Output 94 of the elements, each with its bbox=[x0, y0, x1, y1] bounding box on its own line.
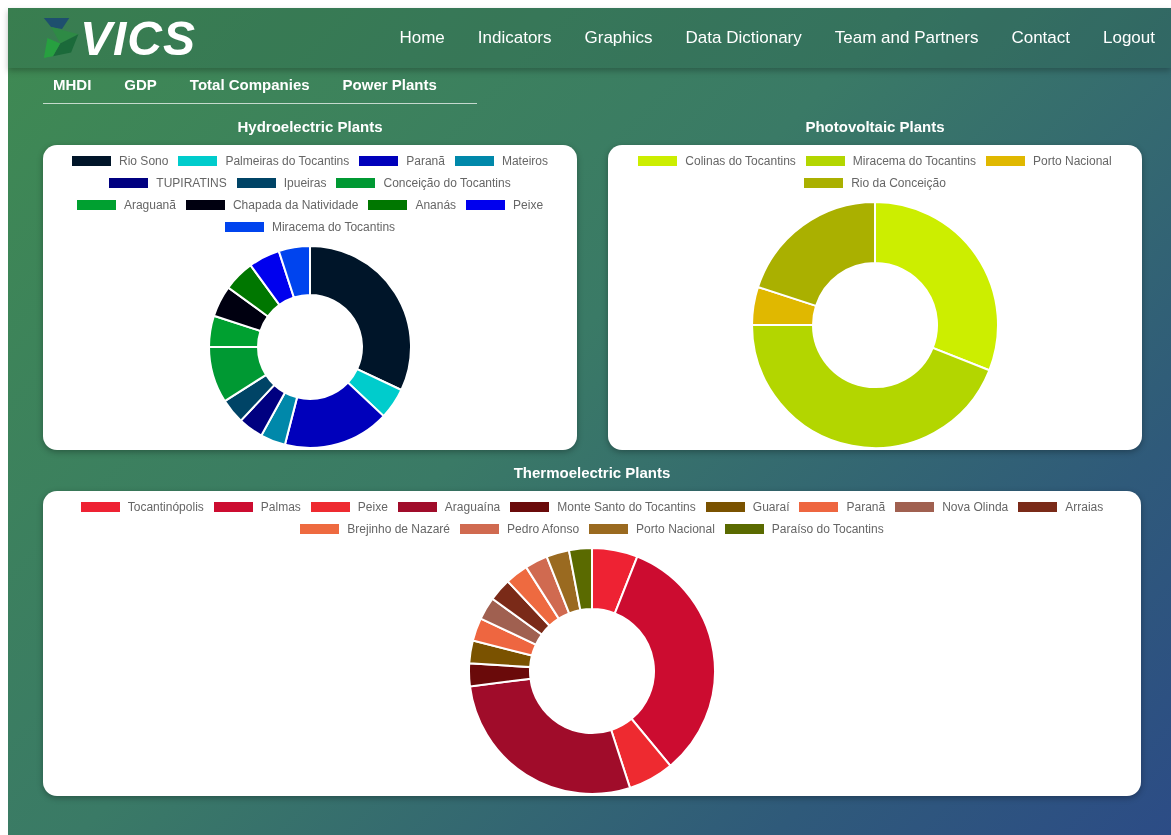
nav-link[interactable]: Data Dictionary bbox=[685, 28, 802, 48]
nav-link[interactable]: Team and Partners bbox=[834, 28, 979, 48]
legend-swatch[interactable] bbox=[310, 502, 350, 512]
nav-link[interactable]: Indicators bbox=[477, 28, 552, 48]
donut-slice[interactable] bbox=[525, 555, 571, 620]
chart-title: Photovoltaic Plants bbox=[804, 118, 946, 135]
legend-label[interactable]: Ipueiras bbox=[283, 175, 327, 191]
legend-label[interactable]: Paranã bbox=[846, 499, 886, 515]
legend-label[interactable]: Miracema do Tocantins bbox=[271, 219, 396, 235]
donut-slice[interactable] bbox=[491, 580, 551, 636]
nav-link[interactable]: Contact bbox=[1011, 28, 1070, 48]
legend-swatch[interactable] bbox=[799, 502, 839, 512]
legend-label[interactable]: Tocantinópolis bbox=[127, 499, 204, 515]
donut-slice[interactable] bbox=[468, 639, 533, 669]
logo-text[interactable]: VICS bbox=[80, 10, 197, 66]
legend-swatch[interactable] bbox=[72, 156, 112, 166]
subnav-link[interactable]: Power Plants bbox=[342, 76, 437, 93]
legend-swatch[interactable] bbox=[705, 502, 745, 512]
legend-swatch[interactable] bbox=[236, 178, 276, 188]
legend-swatch[interactable] bbox=[368, 200, 408, 210]
donut-slice[interactable] bbox=[212, 286, 269, 332]
legend-label[interactable]: Colinas do Tocantins bbox=[685, 153, 796, 169]
legend-label[interactable]: Porto Nacional bbox=[636, 521, 715, 537]
subnav-link[interactable]: GDP bbox=[124, 76, 157, 93]
nav-link[interactable]: Graphics bbox=[584, 28, 653, 48]
donut-slice[interactable] bbox=[277, 245, 311, 299]
legend-label[interactable]: Brejinho de Nazaré bbox=[347, 521, 451, 537]
legend-label[interactable]: Paraíso do Tocantins bbox=[771, 521, 884, 537]
legend-label[interactable]: TUPIRATINS bbox=[156, 175, 227, 191]
donut-slice[interactable] bbox=[208, 314, 262, 348]
donut-slice[interactable] bbox=[260, 391, 299, 446]
legend-swatch[interactable] bbox=[724, 524, 764, 534]
subnav-link[interactable]: Total Companies bbox=[189, 76, 310, 93]
chart-title: Hydroelectric Plants bbox=[236, 118, 384, 135]
legend-swatch[interactable] bbox=[589, 524, 629, 534]
legend-swatch[interactable] bbox=[986, 156, 1025, 166]
donut-slice[interactable] bbox=[468, 677, 631, 795]
legend-label[interactable]: Araguanã bbox=[123, 197, 176, 213]
legend-label[interactable]: Paranã bbox=[406, 153, 445, 169]
donut-slice[interactable] bbox=[506, 566, 560, 627]
legend-label[interactable]: Palmeiras do Tocantins bbox=[225, 153, 350, 169]
donut-slice[interactable] bbox=[468, 662, 532, 688]
legend-swatch[interactable] bbox=[359, 156, 399, 166]
legend-swatch[interactable] bbox=[80, 502, 120, 512]
legend-label[interactable]: Arraias bbox=[1065, 499, 1104, 515]
subnav-link[interactable]: MHDI bbox=[53, 76, 92, 93]
donut-slice[interactable] bbox=[249, 249, 295, 306]
donut-slice[interactable] bbox=[479, 597, 543, 646]
legend-swatch[interactable] bbox=[300, 524, 340, 534]
donut-slice[interactable] bbox=[227, 264, 281, 318]
legend-swatch[interactable] bbox=[460, 524, 500, 534]
legend-label[interactable]: Rio Sono bbox=[119, 153, 169, 169]
legend-label[interactable]: Miracema do Tocantins bbox=[852, 153, 976, 169]
legend-swatch[interactable] bbox=[224, 222, 264, 232]
legend-label[interactable]: Nova Olinda bbox=[942, 499, 1009, 515]
donut-slice[interactable] bbox=[283, 381, 385, 449]
donut-slice[interactable] bbox=[471, 617, 537, 657]
legend-label[interactable]: Monte Santo do Tocantins bbox=[557, 499, 696, 515]
legend-label[interactable]: Chapada da Natividade bbox=[232, 197, 359, 213]
legend-swatch[interactable] bbox=[109, 178, 149, 188]
legend-swatch[interactable] bbox=[213, 502, 253, 512]
legend-label[interactable]: Araguaína bbox=[444, 499, 501, 515]
legend-label[interactable]: Mateiros bbox=[501, 153, 548, 169]
legend-swatch[interactable] bbox=[397, 502, 437, 512]
legend-label[interactable]: Pedro Afonso bbox=[507, 521, 580, 537]
legend-swatch[interactable] bbox=[895, 502, 935, 512]
legend-swatch[interactable] bbox=[805, 156, 845, 166]
legend-swatch[interactable] bbox=[336, 178, 376, 188]
donut-slice[interactable] bbox=[346, 368, 403, 418]
legend-swatch[interactable] bbox=[178, 156, 218, 166]
donut-slice[interactable] bbox=[208, 346, 268, 403]
legend-swatch[interactable] bbox=[454, 156, 494, 166]
legend-swatch[interactable] bbox=[510, 502, 550, 512]
chart-title: Thermoelectric Plants bbox=[512, 464, 672, 481]
legend-swatch[interactable] bbox=[185, 200, 225, 210]
donut-slice[interactable] bbox=[610, 717, 672, 789]
legend-label[interactable]: Palmas bbox=[260, 499, 301, 515]
legend-swatch[interactable] bbox=[1018, 502, 1058, 512]
legend-label[interactable]: Peixe bbox=[357, 499, 388, 515]
donut-slice[interactable] bbox=[223, 373, 276, 422]
legend-label[interactable]: Peixe bbox=[513, 197, 544, 213]
legend-swatch[interactable] bbox=[804, 178, 844, 188]
legend-label[interactable]: Ananás bbox=[415, 197, 457, 213]
nav-link[interactable]: Logout bbox=[1103, 28, 1155, 48]
nav-link[interactable]: Home bbox=[399, 28, 445, 48]
donut-slice[interactable] bbox=[239, 383, 286, 437]
legend-label[interactable]: Rio da Conceição bbox=[851, 175, 946, 191]
legend-swatch[interactable] bbox=[638, 156, 678, 166]
legend-label[interactable]: Guaraí bbox=[752, 499, 790, 515]
legend-swatch[interactable] bbox=[76, 200, 116, 210]
legend-swatch[interactable] bbox=[466, 200, 506, 210]
legend-label[interactable]: Conceição do Tocantins bbox=[383, 175, 511, 191]
donut-slice[interactable] bbox=[309, 245, 412, 391]
legend-label[interactable]: Porto Nacional bbox=[1033, 153, 1112, 169]
